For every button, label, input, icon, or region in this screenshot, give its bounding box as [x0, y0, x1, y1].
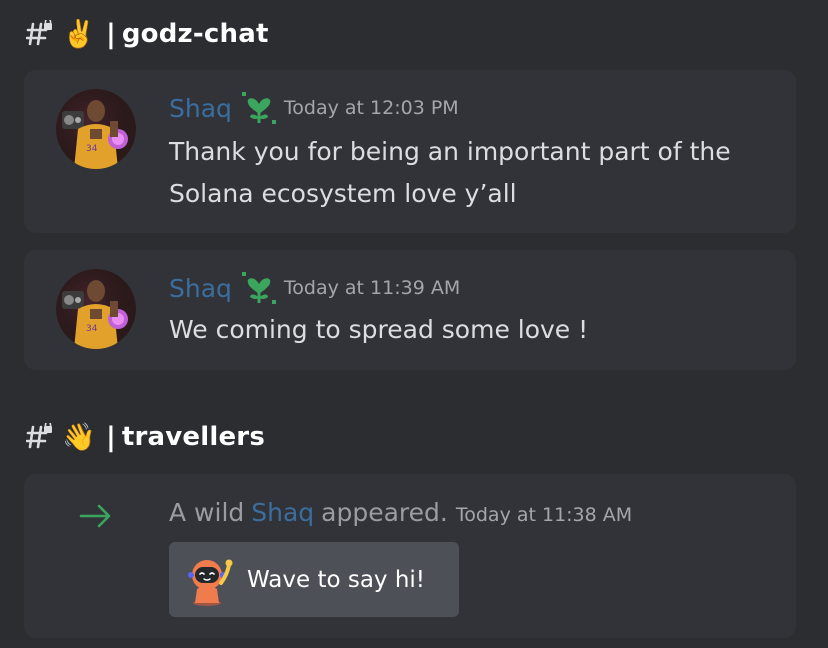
avatar[interactable]: [56, 89, 136, 169]
message-card: Shaq Today at 12:03 PM Thank you for bei…: [24, 70, 796, 233]
channel-header-travellers[interactable]: 👋 | travellers: [26, 417, 265, 457]
message-timestamp[interactable]: Today at 11:39 AM: [284, 277, 460, 299]
message-header: Shaq Today at 12:03 PM: [169, 90, 459, 126]
heart-sprout-icon[interactable]: [240, 270, 278, 306]
join-prefix: A wild: [169, 498, 245, 527]
join-suffix: appeared.: [321, 498, 448, 527]
message-header: Shaq Today at 11:39 AM: [169, 270, 460, 306]
wumpus-wave-icon: [188, 559, 233, 606]
waving-hand-emoji: 👋: [62, 421, 96, 453]
wave-button-label: Wave to say hi!: [247, 566, 426, 593]
message-timestamp[interactable]: Today at 12:03 PM: [284, 97, 459, 119]
locked-hash-icon: [26, 20, 54, 46]
message-timestamp[interactable]: Today at 11:38 AM: [456, 504, 632, 526]
avatar[interactable]: [56, 269, 136, 349]
victory-hand-emoji: ✌️: [62, 18, 96, 50]
author-name[interactable]: Shaq: [169, 274, 232, 303]
join-message: A wild Shaq appeared. Today at 11:38 AM: [169, 498, 632, 527]
channel-name: godz-chat: [121, 19, 269, 49]
arrow-right-icon: [79, 504, 111, 528]
author-name[interactable]: Shaq: [251, 498, 314, 527]
heart-sprout-icon[interactable]: [240, 90, 278, 126]
message-text: We coming to spread some love !: [169, 315, 589, 344]
locked-hash-icon: [26, 423, 54, 449]
system-message-card: A wild Shaq appeared. Today at 11:38 AM …: [24, 474, 796, 638]
channel-header-godz-chat[interactable]: ✌️ | godz-chat: [26, 14, 269, 54]
header-separator: |: [106, 18, 116, 50]
author-name[interactable]: Shaq: [169, 94, 232, 123]
message-text: Thank you for being an important part of…: [169, 137, 731, 208]
channel-name: travellers: [121, 422, 266, 452]
wave-button[interactable]: Wave to say hi!: [169, 542, 459, 617]
message-card: Shaq Today at 11:39 AM We coming to spre…: [24, 250, 796, 370]
header-separator: |: [106, 421, 116, 453]
